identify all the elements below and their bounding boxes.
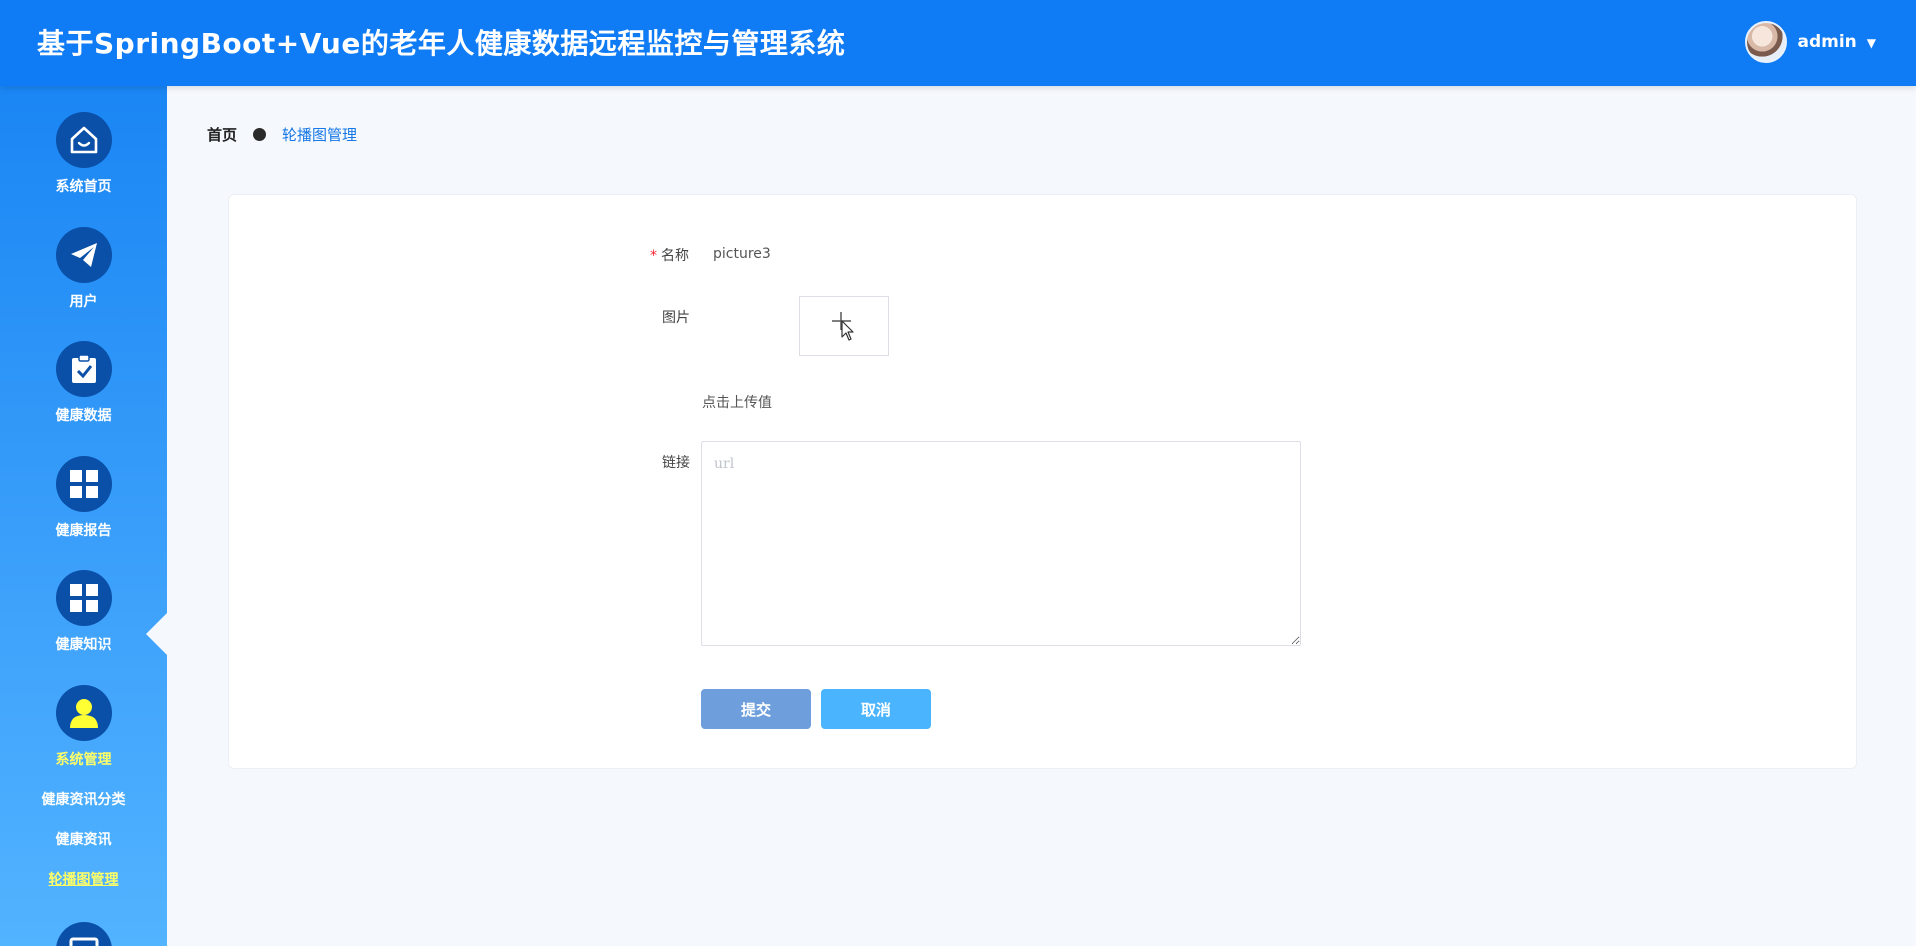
name-label-text: 名称 xyxy=(661,248,689,264)
top-header: 基于SpringBoot+Vue的老年人健康数据远程监控与管理系统 admin … xyxy=(0,0,1916,86)
sidebar-item-system-management[interactable]: 系统管理 xyxy=(0,685,167,769)
sidebar-subitem-health-news[interactable]: 健康资讯 xyxy=(0,829,167,849)
image-upload-button[interactable] xyxy=(799,296,889,356)
sidebar-item-label: 系统管理 xyxy=(55,752,112,768)
user-icon xyxy=(55,685,112,741)
paper-plane-icon xyxy=(55,227,112,283)
monitor-icon xyxy=(55,922,112,946)
name-value[interactable]: picture3 xyxy=(713,246,771,262)
submit-button[interactable]: 提交 xyxy=(701,689,811,729)
avatar[interactable] xyxy=(1745,21,1788,63)
breadcrumb-current: 轮播图管理 xyxy=(282,126,358,144)
clipboard-check-icon xyxy=(55,341,112,397)
sidebar-item-health-data[interactable]: 健康数据 xyxy=(0,341,167,425)
cancel-button[interactable]: 取消 xyxy=(821,689,931,729)
sidebar-item-label: 健康报告 xyxy=(55,523,112,539)
plus-icon xyxy=(832,312,854,341)
link-textarea[interactable] xyxy=(701,441,1301,646)
breadcrumb: 首页 轮播图管理 xyxy=(207,124,357,145)
sidebar-subitem-carousel-management[interactable]: 轮播图管理 xyxy=(0,869,167,889)
sidebar-item-home[interactable]: 系统首页 xyxy=(0,112,167,196)
sidebar-item-more[interactable] xyxy=(0,922,167,946)
breadcrumb-separator-dot xyxy=(253,128,267,141)
required-mark: * xyxy=(650,248,657,264)
grid-icon xyxy=(55,456,112,512)
home-icon xyxy=(55,112,112,168)
breadcrumb-home[interactable]: 首页 xyxy=(207,124,237,145)
grid-icon xyxy=(55,570,112,626)
app-title: 基于SpringBoot+Vue的老年人健康数据远程监控与管理系统 xyxy=(37,27,846,60)
sidebar-subitem-health-news-category[interactable]: 健康资讯分类 xyxy=(0,789,167,809)
upload-hint: 点击上传值 xyxy=(702,395,772,411)
sidebar-item-users[interactable]: 用户 xyxy=(0,227,167,311)
active-indicator xyxy=(146,612,168,656)
sidebar-item-health-report[interactable]: 健康报告 xyxy=(0,456,167,540)
link-label: 链接 xyxy=(662,455,690,471)
sidebar-item-label: 用户 xyxy=(69,294,98,310)
sidebar: 系统首页 用户 健康数据 健康报告 健康知识 系统管理 健康资讯分类 健康资讯 … xyxy=(0,86,167,946)
sidebar-item-label: 健康知识 xyxy=(55,637,112,653)
user-menu[interactable]: admin ▼ xyxy=(1745,20,1876,64)
image-label: 图片 xyxy=(662,310,690,326)
name-label: * 名称 xyxy=(650,245,689,265)
sidebar-item-label: 健康数据 xyxy=(55,408,112,424)
sidebar-item-health-knowledge[interactable]: 健康知识 xyxy=(0,570,167,654)
user-name[interactable]: admin xyxy=(1797,32,1856,52)
chevron-down-icon[interactable]: ▼ xyxy=(1867,36,1876,50)
sidebar-item-label: 系统首页 xyxy=(55,179,112,195)
